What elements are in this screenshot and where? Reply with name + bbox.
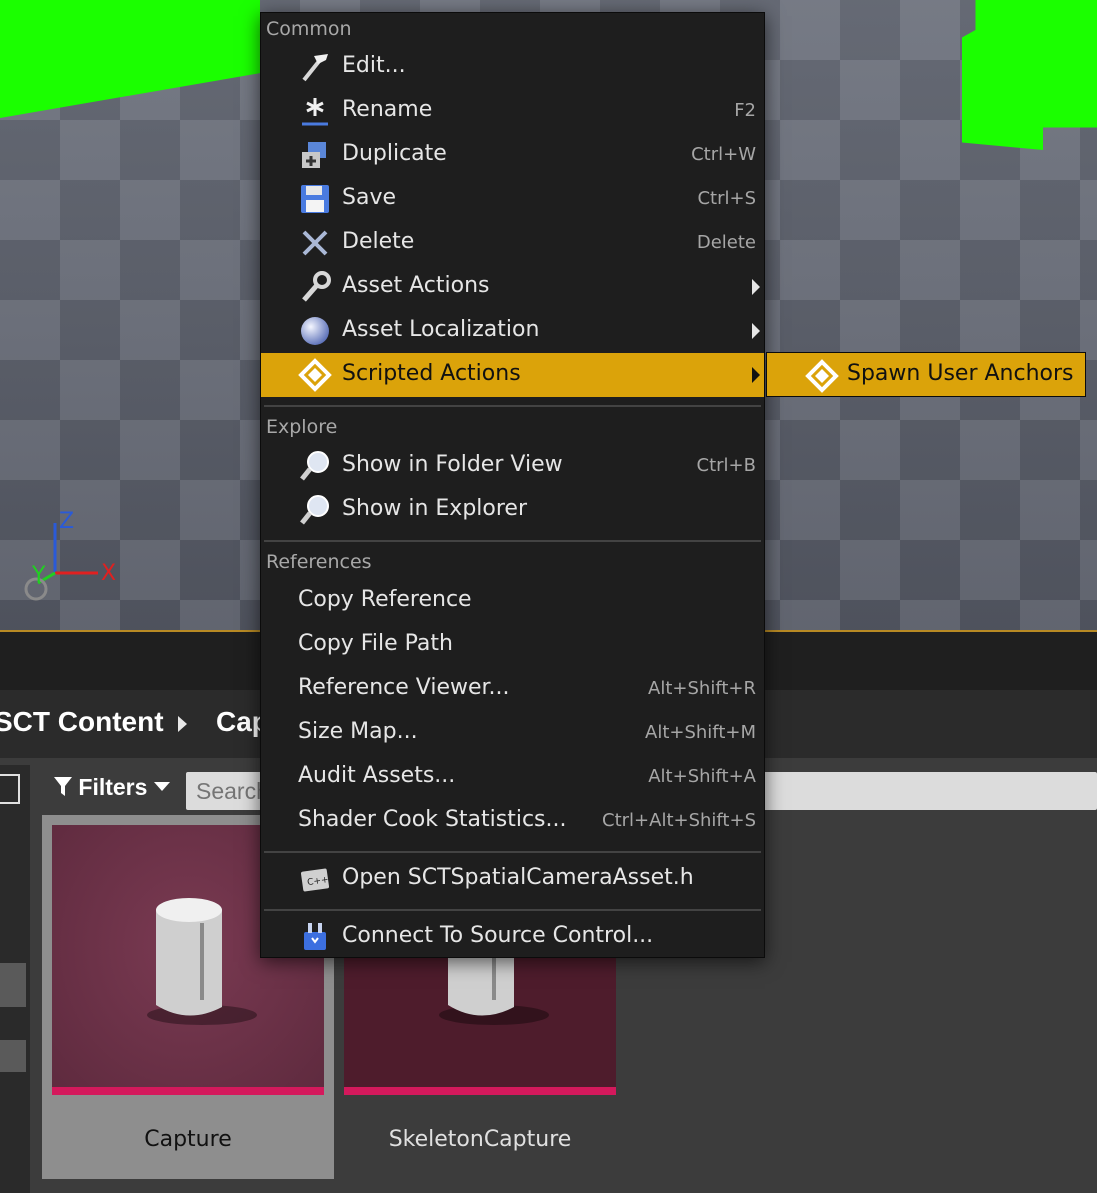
breadcrumb-item-sct-content[interactable]: SCT Content [0,706,164,738]
source-control-icon [304,923,326,950]
breadcrumb-separator-icon[interactable] [178,716,187,732]
asset-context-menu: Common Edit... Rename F2 Duplicate Ctrl+… [260,12,765,958]
menu-item-scripted-actions[interactable]: Scripted Actions [261,353,764,397]
menu-item-label: Duplicate [342,141,447,166]
menu-item-delete[interactable]: Delete Delete [261,221,764,265]
menu-item-label: Scripted Actions [342,361,521,386]
menu-item-label: Open SCTSpatialCameraAsset.h [342,865,694,890]
menu-item-label: Edit... [342,53,406,78]
magnifier-icon [300,495,329,525]
menu-item-label: Delete [342,229,415,254]
axis-x-label: X [101,561,117,586]
scripted-actions-submenu[interactable]: Spawn User Anchors [766,352,1086,397]
menu-item-audit-assets[interactable]: Audit Assets... Alt+Shift+A [261,755,764,799]
sources-panel [0,765,30,1193]
menu-item-shortcut: Ctrl+B [696,455,756,476]
menu-item-asset-actions[interactable]: Asset Actions [261,265,764,309]
menu-item-label: Asset Localization [342,317,540,342]
menu-item-show-in-folder-view[interactable]: Show in Folder View Ctrl+B [261,444,764,488]
duplicate-icon [302,142,326,168]
menu-item-shortcut: Alt+Shift+M [645,722,756,743]
menu-item-label: Asset Actions [342,273,490,298]
cpp-file-icon: C++ [300,868,329,892]
delete-x-icon [302,230,328,256]
menu-item-label: Show in Folder View [342,452,563,477]
menu-item-shader-cook-statistics[interactable]: Shader Cook Statistics... Ctrl+Alt+Shift… [261,799,764,843]
section-title-explore: Explore [266,416,338,438]
hammer-icon [302,54,328,82]
submenu-arrow-icon [752,323,760,339]
menu-item-shortcut: Ctrl+W [691,144,756,165]
menu-item-connect-source-control[interactable]: Connect To Source Control... [261,915,764,959]
menu-item-label: Size Map... [298,719,418,744]
menu-item-label: Audit Assets... [298,763,456,788]
submenu-arrow-icon [752,279,760,295]
menu-item-rename[interactable]: Rename F2 [261,89,764,133]
axis-gizmo: Z Y X [20,505,130,605]
menu-separator [264,909,761,911]
selected-mesh-right[interactable] [962,0,1097,150]
menu-item-shortcut: Ctrl+Alt+Shift+S [602,810,756,831]
menu-item-shortcut: F2 [734,100,756,121]
menu-item-open-source-file[interactable]: C++ Open SCTSpatialCameraAsset.h [261,857,764,901]
asset-name: SkeletonCapture [388,1127,572,1152]
menu-item-edit[interactable]: Edit... [261,45,764,89]
menu-item-shortcut: Delete [696,232,756,253]
menu-item-copy-reference[interactable]: Copy Reference [261,579,764,623]
submenu-item-spawn-user-anchors[interactable]: Spawn User Anchors [847,361,1073,386]
menu-item-label: Save [342,185,397,210]
chevron-down-icon [153,782,170,791]
asset-name: Capture [144,1127,232,1152]
menu-item-shortcut: Alt+Shift+R [648,678,756,699]
menu-separator [264,851,761,853]
menu-separator [264,540,761,542]
floppy-disk-icon [301,185,329,213]
menu-item-label: Copy File Path [298,631,453,656]
menu-item-copy-file-path[interactable]: Copy File Path [261,623,764,667]
sources-item[interactable] [0,963,26,1007]
magnifier-icon [300,451,329,481]
scripted-action-icon [805,359,839,393]
axis-z-label: Z [59,509,75,534]
menu-item-shortcut: Alt+Shift+A [648,766,756,787]
menu-item-reference-viewer[interactable]: Reference Viewer... Alt+Shift+R [261,667,764,711]
menu-item-label: Rename [342,97,433,122]
submenu-arrow-icon [752,367,760,383]
menu-item-show-in-explorer[interactable]: Show in Explorer [261,488,764,532]
menu-item-label: Connect To Source Control... [342,923,654,948]
list-view-icon[interactable] [0,774,20,804]
menu-item-duplicate[interactable]: Duplicate Ctrl+W [261,133,764,177]
menu-item-save[interactable]: Save Ctrl+S [261,177,764,221]
filters-label: Filters [78,774,148,800]
menu-item-label: Copy Reference [298,587,472,612]
filter-funnel-icon [54,777,72,796]
globe-icon [301,317,329,345]
filters-button[interactable]: Filters [54,774,170,801]
axis-y-label: Y [32,563,46,588]
menu-item-label: Show in Explorer [342,496,528,521]
sources-item[interactable] [0,1040,26,1072]
asset-type-bar [52,1087,324,1095]
selected-mesh-left[interactable] [0,0,260,118]
menu-item-label: Reference Viewer... [298,675,510,700]
menu-item-size-map[interactable]: Size Map... Alt+Shift+M [261,711,764,755]
rename-asterisk-icon [302,98,328,126]
menu-separator [264,405,761,407]
section-title-references: References [266,551,372,573]
menu-item-label: Shader Cook Statistics... [298,807,567,832]
menu-item-shortcut: Ctrl+S [697,188,756,209]
scripted-action-icon [298,358,332,392]
asset-type-bar [344,1087,616,1095]
section-title-common: Common [266,18,352,40]
menu-item-asset-localization[interactable]: Asset Localization [261,309,764,353]
wrench-icon [302,271,331,302]
